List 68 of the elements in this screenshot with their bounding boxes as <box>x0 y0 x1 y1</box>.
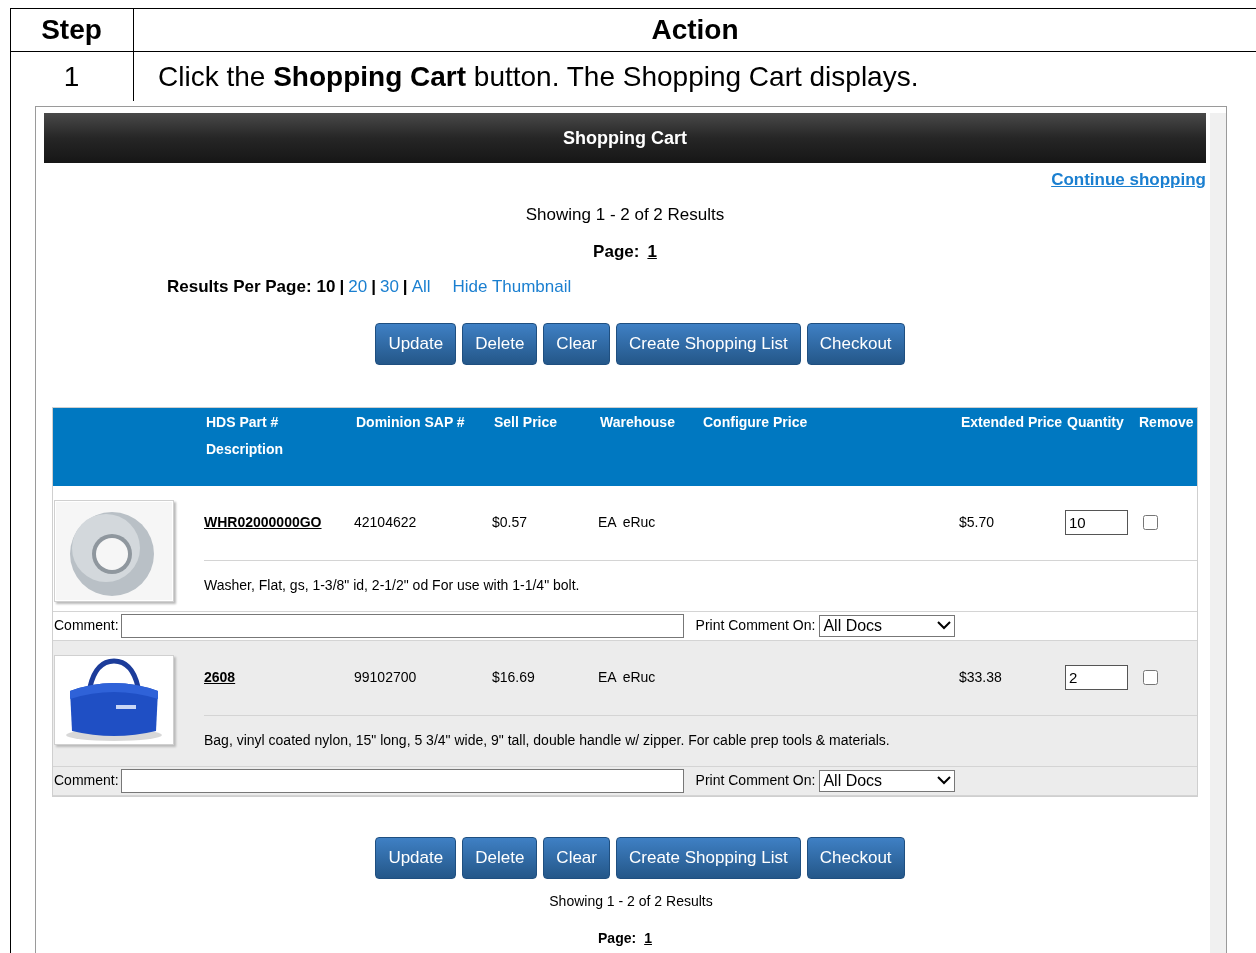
cart-action-button[interactable]: Delete <box>462 836 538 879</box>
remove-checkbox[interactable] <box>1143 670 1158 685</box>
column-header: Quantity <box>1067 413 1124 430</box>
quantity-field[interactable]: 10 <box>1065 510 1128 535</box>
cart-action-button[interactable]: Create Shopping List <box>616 322 801 365</box>
cart-action-button[interactable]: Checkout <box>806 836 905 879</box>
page-size-option[interactable]: 20 <box>348 274 368 300</box>
item-description: Washer, Flat, gs, 1-3/8" id, 2-1/2" od For use with 1-1/4" bolt. <box>204 576 580 595</box>
separator: | <box>339 276 345 298</box>
results-per-page-label: Results Per Page: <box>167 276 312 298</box>
comment-field[interactable] <box>120 768 684 793</box>
column-header: Description <box>206 439 284 459</box>
part-number-link[interactable]: WHR02000000GO <box>204 512 354 533</box>
print-comment-label: Print Comment On: <box>695 771 816 790</box>
separator: | <box>371 276 376 298</box>
column-header: Configure Price <box>703 413 808 430</box>
separator: | <box>402 276 408 298</box>
comment-label: Comment: <box>53 616 119 635</box>
column-header: Remove <box>1139 413 1194 430</box>
print-comment-label: Print Comment On: <box>695 616 816 635</box>
hide-thumbnail-link[interactable]: Hide Thumbnail <box>452 274 572 300</box>
extended-price: $5.70 <box>959 513 996 532</box>
chevron-down-icon <box>937 621 952 630</box>
remove-checkbox[interactable] <box>1143 515 1158 530</box>
print-comment-select[interactable]: All Docs <box>819 614 956 637</box>
column-header: Dominion SAP # <box>356 413 465 430</box>
instruction-text: Click the Shopping Cart button. The Shopping Cart displays. <box>157 59 920 94</box>
sap-number: 42104622 <box>354 513 418 532</box>
cart-title-bar: Shopping Cart <box>44 113 1206 163</box>
item-description: Bag, vinyl coated nylon, 15" long, 5 3/4" wide, 9" tall, double handle w/ zipper. For cable prep tools & materials. <box>204 731 890 750</box>
column-header: Extended Price <box>961 413 1063 430</box>
cart-action-button[interactable]: Checkout <box>806 322 905 365</box>
comment-label: Comment: <box>53 771 119 790</box>
cart-action-button[interactable]: Create Shopping List <box>616 836 801 879</box>
cart-action-button[interactable]: Delete <box>462 322 538 365</box>
part-number-link[interactable]: 2608 <box>204 667 354 688</box>
continue-shopping-link[interactable]: Continue shopping <box>1051 167 1206 191</box>
extended-price: $33.38 <box>959 668 1003 687</box>
quantity-field[interactable]: 2 <box>1065 665 1128 690</box>
page-size-option[interactable]: 30 <box>379 274 399 300</box>
page-link[interactable]: 1 <box>644 927 652 949</box>
print-comment-select[interactable]: All Docs <box>819 769 956 792</box>
sap-number: 99102700 <box>354 668 418 687</box>
unit-of-measure: EA <box>598 668 617 687</box>
sell-price: $16.69 <box>492 668 536 687</box>
results-summary: Showing 1 - 2 of 2 Results <box>525 204 725 226</box>
page-label: Page: <box>593 240 640 263</box>
page-size-option[interactable]: 10 <box>316 274 336 300</box>
warehouse: eRuc <box>622 513 656 532</box>
cart-action-button[interactable]: Clear <box>543 836 610 879</box>
unit-of-measure: EA <box>598 513 617 532</box>
results-summary: Showing 1 - 2 of 2 Results <box>549 891 713 911</box>
page-label: Page: <box>598 928 637 948</box>
page-link[interactable]: 1 <box>647 238 657 264</box>
chevron-down-icon <box>937 776 952 785</box>
column-header: Action <box>134 9 1256 52</box>
column-header: HDS Part # <box>206 412 280 432</box>
comment-field[interactable] <box>120 613 684 638</box>
sell-price: $0.57 <box>492 513 529 532</box>
cart-action-button[interactable]: Update <box>375 322 457 365</box>
column-header: Warehouse <box>600 413 675 430</box>
warehouse: eRuc <box>622 668 656 687</box>
cart-action-button[interactable]: Clear <box>543 322 610 365</box>
step-number: 1 <box>10 52 134 101</box>
cart-action-button[interactable]: Update <box>375 836 457 879</box>
column-header: Sell Price <box>494 413 558 430</box>
page-size-option[interactable]: All <box>411 274 431 300</box>
column-header: Step <box>10 9 134 52</box>
